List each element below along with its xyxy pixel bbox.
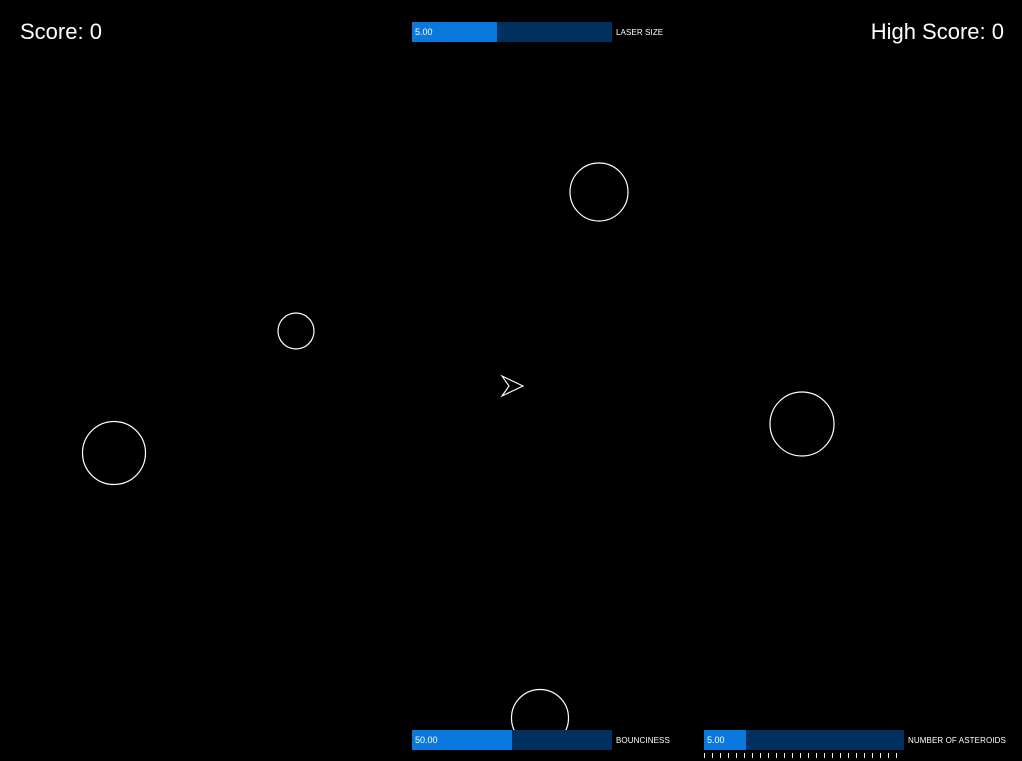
slider-tick (784, 753, 785, 758)
laser-size-slider-track[interactable]: 5.00 (412, 22, 612, 42)
slider-tick (712, 753, 713, 758)
bounciness-slider-track[interactable]: 50.00 (412, 730, 612, 750)
asteroid (277, 312, 315, 350)
slider-tick (736, 753, 737, 758)
slider-tick (848, 753, 849, 758)
slider-tick (896, 753, 897, 758)
slider-tick (704, 753, 705, 758)
bounciness-label: BOUNCINESS (616, 735, 670, 745)
slider-tick (800, 753, 801, 758)
score-display: Score: 0 (20, 19, 102, 44)
slider-tick (824, 753, 825, 758)
laser-size-label: LASER SIZE (616, 27, 664, 37)
slider-tick (720, 753, 721, 758)
slider-tick (872, 753, 873, 758)
high-score-display: High Score: 0 (870, 19, 1004, 44)
bounciness-slider: 50.00 BOUNCINESS (412, 730, 670, 750)
slider-tick (864, 753, 865, 758)
bounciness-slider-fill (412, 730, 512, 750)
slider-tick (792, 753, 793, 758)
slider-tick (776, 753, 777, 758)
asteroid (769, 391, 835, 457)
laser-size-slider: 5.00 LASER SIZE (412, 22, 663, 42)
player-ship (500, 374, 525, 398)
slider-tick (752, 753, 753, 758)
slider-tick (768, 753, 769, 758)
asteroid-count-ticks (704, 753, 904, 759)
slider-tick (760, 753, 761, 758)
slider-tick (888, 753, 889, 758)
slider-tick (880, 753, 881, 758)
slider-tick (808, 753, 809, 758)
slider-tick (816, 753, 817, 758)
game-stage[interactable]: Score: 0 High Score: 0 5.00 LASER SIZE 5… (0, 0, 1022, 761)
laser-size-slider-fill (412, 22, 498, 42)
asteroid-count-slider-fill (704, 730, 746, 750)
slider-tick (856, 753, 857, 758)
slider-tick (728, 753, 729, 758)
slider-tick (840, 753, 841, 758)
asteroid (569, 162, 629, 222)
playfield (81, 162, 835, 748)
asteroid-count-label: NUMBER OF ASTEROIDS (908, 735, 1006, 745)
asteroid (81, 420, 147, 486)
slider-tick (744, 753, 745, 758)
asteroid-count-slider: 5.00 NUMBER OF ASTEROIDS (704, 730, 1006, 750)
asteroid-count-slider-track[interactable]: 5.00 (704, 730, 904, 750)
slider-tick (832, 753, 833, 758)
